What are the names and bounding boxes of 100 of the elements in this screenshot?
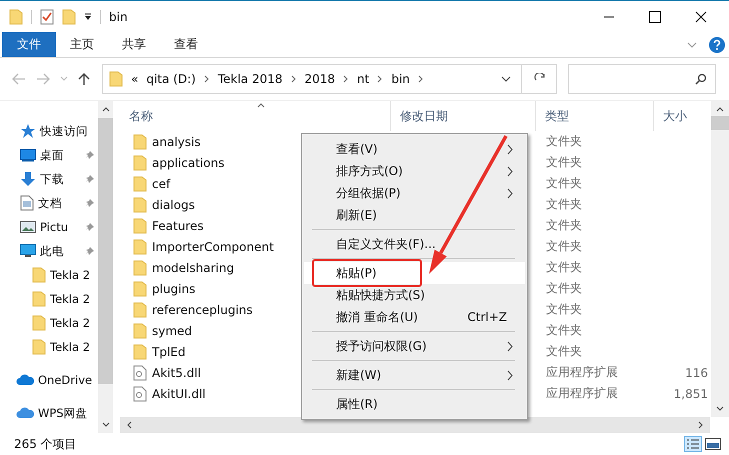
nav-item[interactable]: Tekla 2 [0, 311, 98, 335]
search-icon [695, 73, 707, 85]
nav-item[interactable]: Tekla 2 [0, 287, 98, 311]
folder-icon [32, 291, 46, 307]
scroll-up-icon[interactable] [102, 106, 110, 112]
folder-icon [133, 218, 147, 234]
file-name[interactable]: Features [152, 218, 204, 232]
properties-icon[interactable] [40, 8, 54, 24]
new-folder-icon [62, 8, 76, 24]
nav-item[interactable]: Pictu [0, 215, 98, 239]
folder-icon [32, 339, 46, 355]
chevron-right-icon[interactable] [343, 75, 350, 83]
file-name[interactable]: referenceplugins [152, 302, 253, 316]
breadcrumb[interactable]: qita (D:) [146, 72, 196, 86]
file-icon [133, 386, 147, 402]
help-icon[interactable] [709, 36, 725, 52]
ribbon-tab[interactable]: 查看 [160, 32, 212, 57]
folder-icon [133, 176, 147, 192]
menu-item[interactable]: 授予访问权限(G) [304, 335, 525, 357]
file-name[interactable]: analysis [152, 134, 201, 148]
desktop-icon [20, 148, 36, 162]
details-view-icon[interactable] [684, 436, 702, 452]
window-title: bin [109, 10, 128, 24]
overflow-chevron[interactable]: « [131, 72, 138, 86]
folder-icon [133, 196, 147, 212]
folder-icon [133, 280, 147, 296]
file-name[interactable]: applications [152, 156, 224, 170]
file-name[interactable]: dialogs [152, 198, 195, 212]
scroll-up-icon[interactable] [716, 106, 724, 112]
nav-item[interactable]: OneDrive [0, 368, 98, 392]
nav-item[interactable]: WPS网盘 [0, 401, 98, 425]
nav-item[interactable]: 文档 [0, 191, 98, 215]
ribbon-tab[interactable]: 文件 [2, 32, 56, 57]
menu-item[interactable]: 查看(V) [304, 138, 525, 160]
file-type: 文件夹 [546, 197, 582, 211]
nav-item[interactable]: Tekla 2 [0, 263, 98, 287]
up-icon[interactable] [78, 72, 90, 86]
cloud-icon [16, 407, 34, 419]
cloud-icon [16, 374, 34, 386]
scroll-thumb[interactable] [711, 116, 729, 130]
column-header[interactable]: 名称 [120, 101, 390, 131]
picture-icon [20, 220, 36, 234]
breadcrumb[interactable]: nt [357, 72, 370, 86]
menu-item[interactable]: 分组依据(P) [304, 182, 525, 204]
scroll-right-icon[interactable] [698, 421, 704, 429]
breadcrumb[interactable]: 2018 [304, 72, 336, 86]
file-name[interactable]: ImporterComponent [152, 240, 274, 254]
document-icon [20, 195, 34, 211]
menu-item[interactable]: 新建(W) [304, 364, 525, 386]
dropdown-icon[interactable] [84, 12, 92, 20]
menu-item[interactable]: 自定义文件夹(F)... [304, 233, 525, 255]
file-type: 文件夹 [546, 176, 582, 190]
nav-item[interactable]: 此电 [0, 239, 98, 263]
breadcrumb[interactable]: bin [391, 72, 410, 86]
folder-icon [133, 154, 147, 170]
folder-icon [32, 267, 46, 283]
menu-item[interactable]: 刷新(E) [304, 204, 525, 226]
chevron-right-icon[interactable] [204, 75, 210, 83]
folder-icon [133, 134, 147, 150]
nav-item[interactable]: Tekla 2 [0, 335, 98, 359]
column-header[interactable]: 修改日期 [390, 101, 535, 131]
menu-item[interactable]: 排序方式(O) [304, 160, 525, 182]
chevron-right-icon[interactable] [290, 75, 296, 83]
menu-item[interactable]: 撤消 重命名(U) Ctrl+Z [304, 306, 525, 328]
scroll-down-icon[interactable] [102, 422, 110, 428]
computer-icon [20, 243, 36, 259]
breadcrumb[interactable]: Tekla 2018 [218, 72, 282, 86]
folder-icon [133, 322, 147, 338]
close-icon[interactable] [695, 10, 707, 22]
file-name[interactable]: TplEd [152, 344, 186, 358]
file-name[interactable]: modelsharing [152, 260, 234, 274]
folder-icon [32, 315, 46, 331]
ribbon-tab[interactable]: 主页 [56, 32, 108, 57]
menu-item[interactable]: 属性(R) [304, 393, 525, 415]
menu-item[interactable]: 粘贴快捷方式(S) [304, 284, 525, 306]
nav-item[interactable]: 下载 [0, 167, 98, 191]
maximize-icon[interactable] [649, 10, 661, 22]
download-icon [20, 171, 36, 187]
file-name[interactable]: Akit5.dll [152, 366, 201, 380]
nav-item[interactable]: 桌面 [0, 143, 98, 167]
chevron-right-icon[interactable] [418, 75, 424, 83]
address-bar[interactable]: « qita (D:) Tekla 2018 2018 nt bin [102, 64, 557, 94]
nav-item[interactable]: 快速访问 [0, 119, 98, 143]
scroll-left-icon[interactable] [126, 421, 132, 429]
chevron-down-icon[interactable] [501, 76, 511, 82]
file-name[interactable]: AkitUI.dll [152, 386, 206, 400]
file-name[interactable]: plugins [152, 282, 196, 296]
chevron-right-icon[interactable] [377, 75, 384, 83]
thumbnail-view-icon[interactable] [705, 437, 721, 451]
file-type: 文件夹 [546, 260, 582, 274]
column-header[interactable]: 大小 [653, 101, 710, 131]
ribbon-tab[interactable]: 共享 [108, 32, 160, 57]
scroll-down-icon[interactable] [716, 406, 724, 412]
file-type: 文件夹 [546, 134, 582, 148]
column-header[interactable]: 类型 [535, 101, 653, 131]
search-field[interactable] [568, 64, 716, 94]
file-name[interactable]: symed [152, 324, 192, 338]
file-name[interactable]: cef [152, 176, 170, 190]
menu-item[interactable]: 粘贴(P) [304, 262, 525, 284]
scroll-thumb[interactable] [98, 118, 113, 384]
